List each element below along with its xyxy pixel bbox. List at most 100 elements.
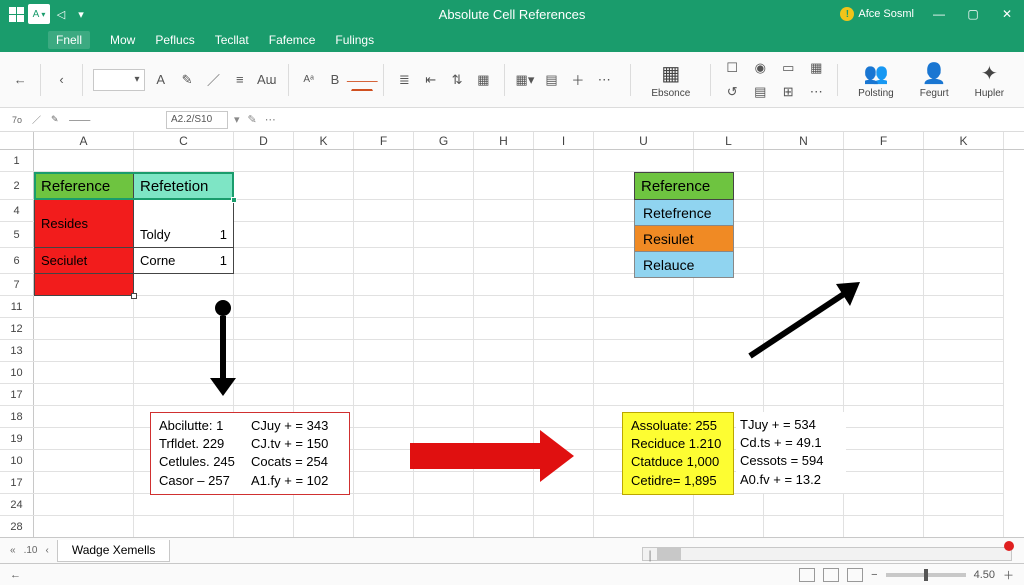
name-box[interactable]: A2.2/S10 <box>166 111 228 129</box>
col-N[interactable]: N <box>764 132 844 149</box>
zoom-out-icon[interactable]: − <box>871 569 877 581</box>
row-hdr[interactable]: 24 <box>0 494 34 515</box>
row-hdr[interactable]: 7 <box>0 274 34 295</box>
col-K[interactable]: K <box>294 132 354 149</box>
mini-icon-6[interactable]: ▤ <box>749 81 771 103</box>
zoom-slider[interactable] <box>886 573 966 577</box>
col-D[interactable]: D <box>234 132 294 149</box>
pen3-icon[interactable]: ⸻ <box>69 113 91 126</box>
insert-plus-icon[interactable]: ＋ <box>568 69 588 91</box>
row-hdr[interactable]: 4 <box>0 200 34 221</box>
align-left-icon[interactable]: ≣ <box>394 69 414 91</box>
pen2-icon[interactable]: ✎ <box>51 114 59 125</box>
quick-access-prev-icon[interactable]: ◁ <box>52 5 70 23</box>
mini-icon-3[interactable]: ▭ <box>777 57 799 79</box>
cell-u-relauce[interactable]: Relauce <box>634 252 734 278</box>
row-hdr[interactable]: 19 <box>0 428 34 449</box>
table-icon[interactable]: ▤ <box>541 69 561 91</box>
view-normal-icon[interactable] <box>799 568 815 582</box>
indent-icon[interactable]: ⇤ <box>420 69 440 91</box>
mini-icon-8[interactable]: ⋯ <box>805 81 827 103</box>
row-hdr[interactable]: 17 <box>0 384 34 405</box>
selection-handle-icon[interactable] <box>231 197 237 203</box>
zoom-in-icon[interactable]: ＋ <box>1003 567 1014 583</box>
quick-access-more-icon[interactable]: ▾ <box>72 5 90 23</box>
merge-icon[interactable]: ▦ <box>473 69 493 91</box>
cell-reference-header[interactable]: Reference <box>34 172 134 200</box>
close-button[interactable]: ✕ <box>990 0 1024 28</box>
hscroll-thumb[interactable] <box>657 548 681 560</box>
row-hdr[interactable]: 17 <box>0 472 34 493</box>
sort-icon[interactable]: ⇅ <box>447 69 467 91</box>
small-font-icon[interactable]: Aᵃ <box>298 69 318 91</box>
mini-icon-1[interactable]: ☐ <box>721 57 743 79</box>
sheet-nav-prev-icon[interactable]: ‹ <box>45 545 48 556</box>
fx-more-icon[interactable]: ⋯ <box>265 113 276 126</box>
fx-cancel-icon[interactable]: ▾ <box>234 113 240 126</box>
row-hdr[interactable]: 2 <box>0 172 34 199</box>
row-hdr[interactable]: 5 <box>0 222 34 247</box>
cell-u-retefrence[interactable]: Retefrence <box>634 200 734 226</box>
bold-b-icon[interactable]: B <box>325 69 345 91</box>
fx-pen-icon[interactable]: ✎ <box>248 113 257 126</box>
mini-icon-7[interactable]: ⊞ <box>777 81 799 103</box>
hscroll-left-icon[interactable]: | <box>643 548 657 560</box>
status-left-arrow-icon[interactable]: ← <box>10 569 21 581</box>
polsting-button[interactable]: 👥 Polsting <box>848 59 904 101</box>
col-U[interactable]: U <box>594 132 694 149</box>
col-L[interactable]: L <box>694 132 764 149</box>
tab-tecllat[interactable]: Tecllat <box>215 33 249 47</box>
row-hdr[interactable]: 10 <box>0 362 34 383</box>
user-badge[interactable]: ! Afce Sosml <box>840 7 914 21</box>
fegurt-button[interactable]: 👤 Fegurt <box>910 59 959 101</box>
maximize-button[interactable]: ▢ <box>956 0 990 28</box>
tab-fnell[interactable]: Fnell <box>48 31 90 49</box>
italic-slash-icon[interactable]: ／ <box>203 69 223 91</box>
cell-refetetion-header[interactable]: Refetetion <box>134 172 234 200</box>
cell-red-empty[interactable] <box>34 274 134 296</box>
cell-resides[interactable]: Resides <box>34 200 134 248</box>
quick-access-font[interactable]: A▾ <box>28 4 50 24</box>
mini-icon-4[interactable]: ▦ <box>805 57 827 79</box>
col-F2[interactable]: F <box>844 132 924 149</box>
borders-icon[interactable]: ▦▾ <box>515 69 536 91</box>
row-hdr[interactable]: 10 <box>0 450 34 471</box>
sheet-nav-first-icon[interactable]: « <box>10 545 16 556</box>
tab-mow[interactable]: Mow <box>110 33 135 47</box>
cell-corne[interactable]: Corne1 <box>134 248 234 274</box>
brush-icon[interactable]: ✎ <box>177 69 197 91</box>
sheet-tab[interactable]: Wadge Xemells <box>57 540 171 562</box>
ebsonce-button[interactable]: ▦ Ebsonce <box>641 59 700 101</box>
undo-chevron-icon[interactable]: ‹ <box>51 69 71 91</box>
row-hdr[interactable]: 11 <box>0 296 34 317</box>
row-hdr[interactable]: 6 <box>0 248 34 273</box>
cell-seciulet[interactable]: Seciulet <box>34 248 134 274</box>
wrap-text-icon[interactable]: Aɯ <box>256 69 278 91</box>
col-K2[interactable]: K <box>924 132 1004 149</box>
col-G[interactable]: G <box>414 132 474 149</box>
col-I[interactable]: I <box>534 132 594 149</box>
col-C[interactable]: C <box>134 132 234 149</box>
col-H[interactable]: H <box>474 132 534 149</box>
row-hdr[interactable]: 28 <box>0 516 34 537</box>
minimize-button[interactable]: — <box>922 0 956 28</box>
mini-icon-5[interactable]: ↺ <box>721 81 743 103</box>
col-F[interactable]: F <box>354 132 414 149</box>
horizontal-scrollbar[interactable]: | <box>642 547 1012 561</box>
col-A[interactable]: A <box>34 132 134 149</box>
mini-icon-2[interactable]: ◉ <box>749 57 771 79</box>
row-hdr[interactable]: 18 <box>0 406 34 427</box>
tab-peflucs[interactable]: Peflucs <box>155 33 194 47</box>
row-hdr[interactable]: 13 <box>0 340 34 361</box>
cell-u-reference[interactable]: Reference <box>634 172 734 200</box>
row-hdr[interactable]: 1 <box>0 150 34 171</box>
view-layout-icon[interactable] <box>823 568 839 582</box>
tab-fafemce[interactable]: Fafemce <box>269 33 316 47</box>
hupler-button[interactable]: ✦ Hupler <box>965 59 1014 101</box>
cell-u-resiulet[interactable]: Resiulet <box>634 226 734 252</box>
align-icon[interactable]: ≡ <box>230 69 250 91</box>
more-options-icon[interactable]: ⋯ <box>594 69 614 91</box>
view-break-icon[interactable] <box>847 568 863 582</box>
worksheet-grid[interactable]: 1 2 4 5 6 7 11 12 13 10 17 18 19 10 17 2… <box>0 150 1024 550</box>
font-size-dropdown[interactable]: ▾ <box>93 69 145 91</box>
